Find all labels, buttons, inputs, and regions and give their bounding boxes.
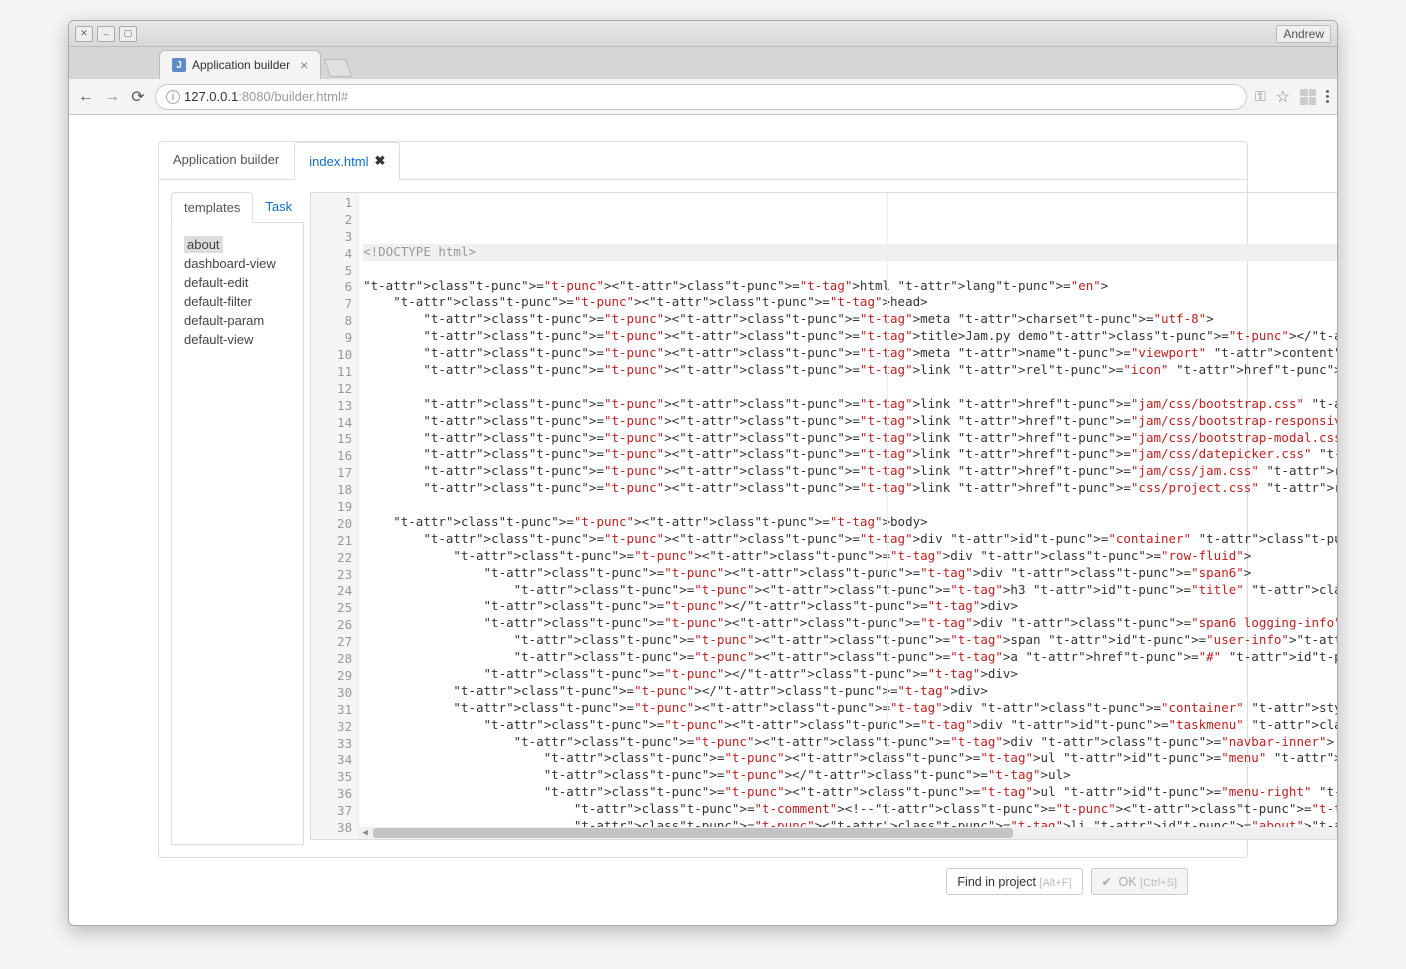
tab-index-html[interactable]: index.html ✖ xyxy=(294,142,400,180)
forward-icon[interactable]: → xyxy=(103,88,121,106)
bookmark-icon[interactable]: ☆ xyxy=(1276,87,1290,107)
editor-gutter: 123▾4▾567891011121314151617▾18▾19▾20▾212… xyxy=(311,193,359,839)
key-icon[interactable]: ⚿ xyxy=(1255,88,1266,105)
window-minimize-button[interactable]: – xyxy=(97,26,115,42)
os-user-label: Andrew xyxy=(1276,25,1331,43)
tree-item-default-view[interactable]: default-view xyxy=(184,330,291,349)
tab-application-builder[interactable]: Application builder xyxy=(159,142,294,179)
find-label: Find in project xyxy=(957,875,1036,889)
app-tabs: Application builder index.html ✖ xyxy=(159,142,1247,180)
tab-close-icon[interactable]: × xyxy=(300,57,308,73)
url-path: /builder.html# xyxy=(271,89,348,104)
side-tab-task[interactable]: Task xyxy=(253,192,304,222)
site-info-icon[interactable]: i xyxy=(166,90,180,104)
tree-item-default-edit[interactable]: default-edit xyxy=(184,273,291,292)
browser-tab-title: Application builder xyxy=(192,58,290,72)
print-margin xyxy=(887,193,888,839)
reload-icon[interactable]: ⟳ xyxy=(129,87,147,107)
menu-icon[interactable] xyxy=(1326,90,1329,103)
horizontal-scrollbar[interactable]: ◀ ▶ xyxy=(359,827,1338,839)
tree-item-dashboard-view[interactable]: dashboard-view xyxy=(184,254,291,273)
template-tree: about dashboard-view default-edit defaul… xyxy=(171,223,304,845)
find-hint: [Alt+F] xyxy=(1039,877,1071,889)
tree-item-default-param[interactable]: default-param xyxy=(184,311,291,330)
sidebar-tabs: templates Task xyxy=(171,192,304,223)
address-bar: ← → ⟳ i 127.0.0.1:8080/builder.html# ⚿ ☆ xyxy=(69,79,1337,115)
window-maximize-button[interactable]: ▢ xyxy=(119,26,137,42)
tree-item-default-filter[interactable]: default-filter xyxy=(184,292,291,311)
code-editor[interactable]: 123▾4▾567891011121314151617▾18▾19▾20▾212… xyxy=(310,192,1338,840)
tree-item-about[interactable]: about xyxy=(184,235,291,254)
apps-icon[interactable] xyxy=(1300,89,1316,105)
ok-label: OK xyxy=(1118,875,1136,889)
check-icon: ✔ xyxy=(1102,875,1112,889)
ok-button[interactable]: ✔ OK [Ctrl+S] xyxy=(1091,868,1189,895)
side-tab-templates[interactable]: templates xyxy=(171,192,253,223)
find-in-project-button[interactable]: Find in project [Alt+F] xyxy=(946,868,1082,895)
close-icon[interactable]: ✖ xyxy=(374,153,385,169)
url-port: :8080 xyxy=(238,89,271,104)
browser-tab[interactable]: J Application builder × xyxy=(159,50,321,79)
back-icon[interactable]: ← xyxy=(77,88,95,106)
browser-tabstrip: J Application builder × xyxy=(69,47,1337,79)
url-field[interactable]: i 127.0.0.1:8080/builder.html# xyxy=(155,84,1247,110)
tab-index-label: index.html xyxy=(309,154,368,169)
ok-hint: [Ctrl+S] xyxy=(1140,877,1177,889)
window-close-button[interactable]: ✕ xyxy=(75,26,93,42)
window-titlebar: ✕ – ▢ Andrew xyxy=(69,21,1337,47)
editor-code[interactable]: <!DOCTYPE html>"t-attr">class"t-punc">="… xyxy=(359,193,1338,839)
favicon-icon: J xyxy=(172,58,186,72)
new-tab-button[interactable] xyxy=(324,59,353,77)
scroll-left-icon[interactable]: ◀ xyxy=(359,827,371,839)
url-host: 127.0.0.1 xyxy=(184,89,238,104)
